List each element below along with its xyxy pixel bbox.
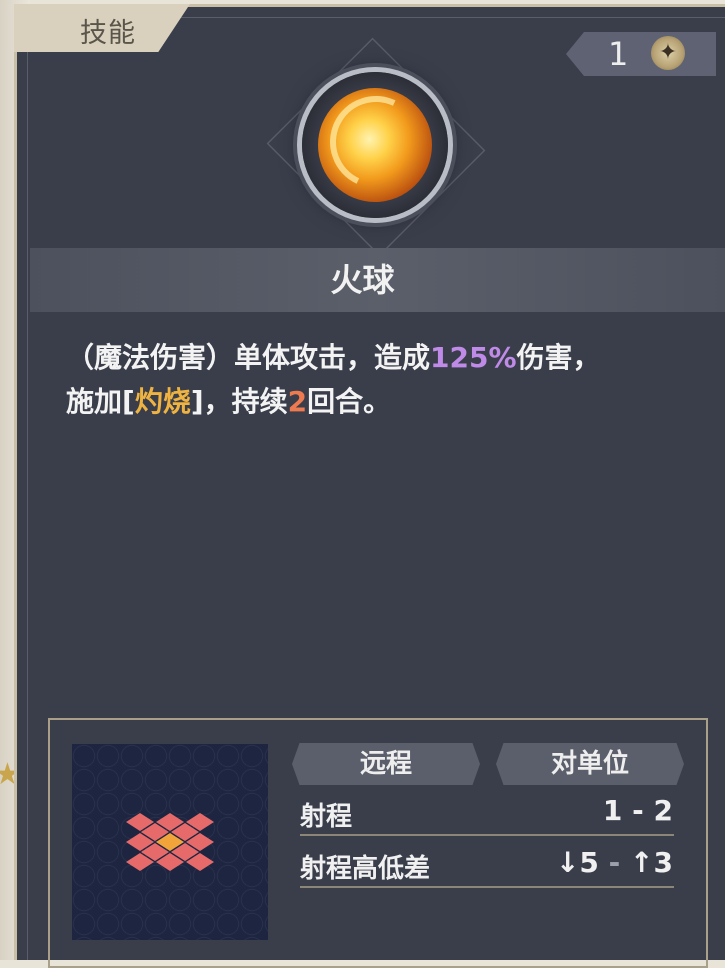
height-down: ↓5 bbox=[555, 846, 599, 879]
desc-text-1: （魔法伤害）单体攻击，造成 bbox=[66, 341, 431, 374]
divider bbox=[300, 886, 674, 888]
height-separator: - bbox=[598, 846, 631, 879]
height-up: ↑3 bbox=[630, 846, 673, 879]
range-value: 1 - 2 bbox=[602, 794, 673, 827]
divider bbox=[300, 834, 674, 836]
height-diff-value: ↓5 - ↑3 bbox=[556, 846, 673, 879]
skill-name: 火球 bbox=[330, 261, 395, 299]
range-pattern bbox=[72, 744, 268, 940]
cost-value: 1 bbox=[608, 35, 629, 73]
skill-tab-label: 技能 bbox=[80, 18, 136, 49]
range-pattern-graphic bbox=[126, 813, 214, 871]
height-diff-label: 射程高低差 bbox=[300, 854, 431, 884]
attack-type-badge: 远程 bbox=[292, 743, 480, 785]
skill-description: （魔法伤害）单体攻击，造成125%伤害， 施加[灼烧]，持续2回合。 bbox=[66, 336, 686, 424]
damage-percent: 125% bbox=[430, 341, 517, 374]
desc-text-3: 施加[ bbox=[66, 385, 135, 418]
desc-text-4: ]，持续 bbox=[190, 385, 288, 418]
turn-count: 2 bbox=[287, 385, 308, 418]
range-label: 射程 bbox=[300, 802, 353, 832]
status-effect[interactable]: 灼烧 bbox=[135, 385, 191, 418]
desc-text-5: 回合。 bbox=[307, 385, 392, 418]
target-type-badge: 对单位 bbox=[496, 743, 684, 785]
cost-badge bbox=[566, 32, 716, 76]
desc-text-2: 伤害， bbox=[516, 341, 601, 374]
star-coin-icon: ✦ bbox=[651, 36, 685, 70]
